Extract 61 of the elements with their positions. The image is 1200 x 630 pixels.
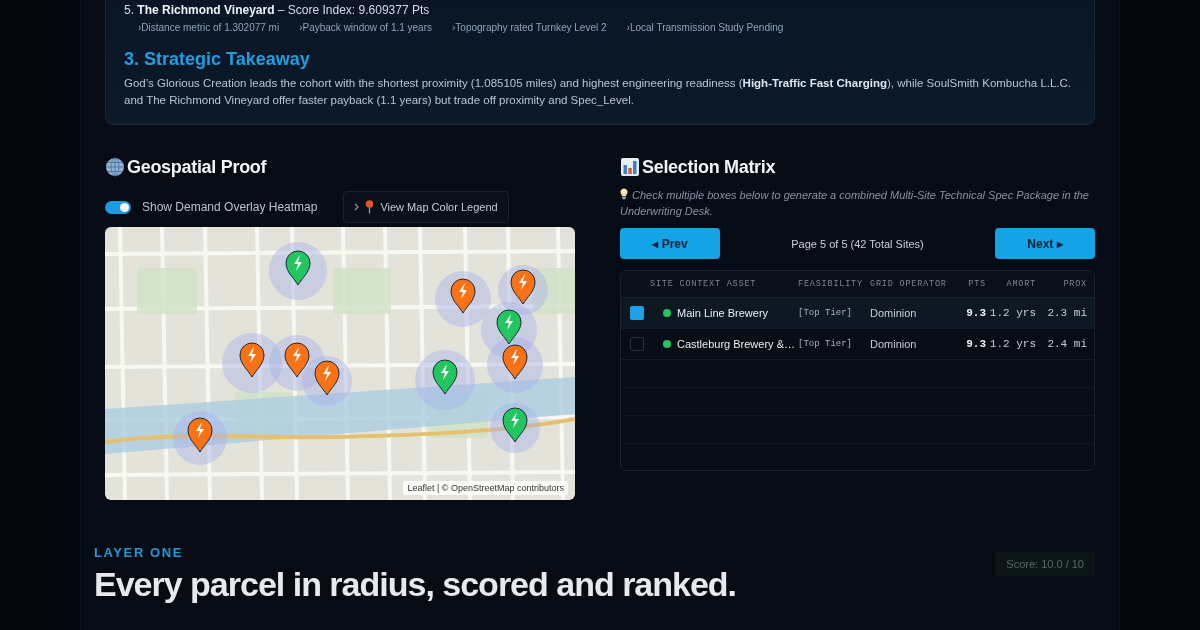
- map-pin-icon[interactable]: [432, 359, 458, 395]
- amortization-value: 1.2 yrs: [989, 338, 1036, 350]
- column-header: FEASIBILITY: [798, 279, 863, 289]
- column-header: PTS: [968, 279, 986, 289]
- map-pin-icon[interactable]: [450, 278, 476, 314]
- map-pin-icon[interactable]: [502, 407, 528, 443]
- map-pin-icon[interactable]: [284, 342, 310, 378]
- legend-button[interactable]: View Map Color Legend: [343, 191, 509, 223]
- map-pin-icon[interactable]: [239, 342, 265, 378]
- bar-chart-icon: [620, 157, 640, 177]
- column-header: GRID OPERATOR: [870, 279, 947, 289]
- takeaway-paragraph: God’s Glorious Creation leads the cohort with the shortest proximity (1.085105 miles) and highest engineering readiness (High-Traffic Fast Charging), while SoulSmith Kombucha L.L.C. and The Richmond Vineyard offer faster payback (1.1 years) but trade off proximity and Spec_Level.: [124, 76, 1073, 108]
- map-pin-icon[interactable]: [314, 360, 340, 396]
- toggle-switch[interactable]: [105, 200, 131, 214]
- column-header: AMORT: [1006, 279, 1036, 289]
- headline: Every parcel in radius, scored and ranked.: [94, 565, 737, 603]
- eyebrow-label: LAYER ONE: [94, 545, 184, 561]
- map-pin-icon[interactable]: [510, 269, 536, 305]
- column-header: SITE CONTEXT ASSET: [650, 279, 757, 289]
- hint-text: Check multiple boxes below to generate a combined Multi-Site Technical Spec Package in the Underwriting Desk.: [620, 187, 1090, 219]
- feasibility-tag: [Top Tier]: [798, 339, 852, 349]
- park-area: [533, 268, 575, 314]
- grid-operator: Dominion: [870, 338, 918, 350]
- pushpin-icon: [365, 200, 375, 214]
- column-header: PROX: [1063, 279, 1087, 289]
- map-pin-icon[interactable]: [285, 250, 311, 286]
- score-badge: Score: 10.0 / 10: [995, 552, 1095, 576]
- site-name: Main Line Brewery: [677, 307, 769, 319]
- map-attribution: Leaflet | © OpenStreetMap contributors: [403, 481, 568, 495]
- points-value: 9.3: [966, 307, 986, 319]
- checkbox[interactable]: [630, 337, 644, 351]
- proximity-value: 2.4 mi: [1047, 338, 1087, 350]
- lightbulb-icon: [620, 188, 628, 200]
- proximity-value: 2.3 mi: [1047, 307, 1087, 319]
- chevron-icon: [354, 203, 360, 211]
- globe-icon: [105, 157, 125, 177]
- site-detail: ›Topography rated Turnkey Level 2: [452, 21, 607, 35]
- next-button[interactable]: Next ▸: [995, 228, 1095, 259]
- toggle-label: Show Demand Overlay Heatmap: [142, 200, 318, 214]
- ranked-site-line: 5. The Richmond Vineyard – Score Index: 9.609377 Pts: [124, 2, 431, 18]
- site-detail: ›Distance metric of 1.302077 mi: [138, 21, 280, 35]
- grid-operator: Dominion: [870, 307, 918, 319]
- site-detail: ›Payback window of 1.1 years: [299, 21, 432, 35]
- section-heading: 3. Strategic Takeaway: [124, 48, 311, 70]
- table-row[interactable]: Castleburg Brewery &… [Top Tier] Dominion 9.3 1.2 yrs 2.4 mi: [621, 329, 1094, 360]
- park-area: [137, 268, 197, 314]
- map-pin-icon[interactable]: [496, 309, 522, 345]
- amortization-value: 1.2 yrs: [989, 307, 1036, 319]
- site-name: Castleburg Brewery &…: [677, 338, 795, 350]
- table-row[interactable]: Main Line Brewery [Top Tier] Dominion 9.3 1.2 yrs 2.3 mi: [621, 298, 1094, 329]
- prev-button[interactable]: ◂ Prev: [620, 228, 720, 259]
- site-detail: ›Local Transmission Study Pending: [626, 21, 784, 35]
- section-heading: Selection Matrix: [642, 156, 776, 178]
- points-value: 9.3: [966, 338, 986, 350]
- page-indicator: Page 5 of 5 (42 Total Sites): [791, 237, 924, 250]
- map-pin-icon[interactable]: [502, 344, 528, 380]
- section-heading: Geospatial Proof: [127, 156, 267, 178]
- park-area: [333, 268, 391, 314]
- feasibility-tag: [Top Tier]: [798, 308, 852, 318]
- checkbox[interactable]: [630, 306, 644, 320]
- map-pin-icon[interactable]: [187, 417, 213, 453]
